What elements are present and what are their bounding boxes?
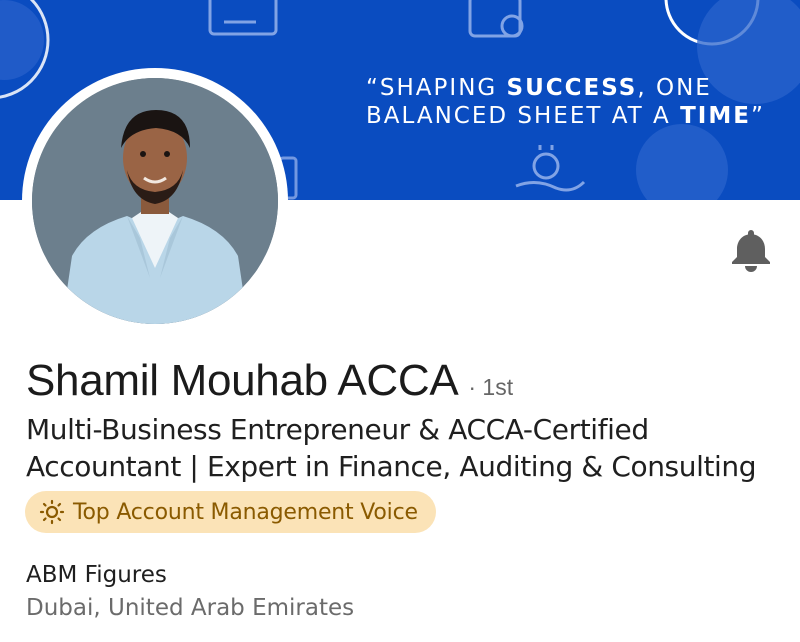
bell-icon[interactable] bbox=[728, 226, 774, 272]
banner-quote-line1: “SHAPING SUCCESS, ONE bbox=[366, 74, 765, 102]
headline-line: Multi-Business Entrepreneur & ACCA-Certi… bbox=[26, 413, 649, 446]
avatar[interactable] bbox=[32, 78, 278, 324]
banner-quote: “SHAPING SUCCESS, ONE BALANCED SHEET AT … bbox=[366, 74, 765, 130]
quote-bold-text: TIME bbox=[680, 103, 751, 129]
avatar-photo bbox=[32, 78, 278, 324]
connection-degree: · 1st bbox=[468, 374, 514, 400]
profile-location: Dubai, United Arab Emirates bbox=[26, 595, 355, 621]
profile-name: Shamil Mouhab ACCA bbox=[26, 356, 459, 405]
current-company[interactable]: ABM Figures bbox=[26, 562, 167, 588]
profile-headline: Multi-Business Entrepreneur & ACCA-Certi… bbox=[26, 411, 796, 485]
headline-line: Accountant | Expert in Finance, Auditing… bbox=[26, 450, 757, 483]
quote-text: ” bbox=[750, 103, 765, 129]
lightbulb-icon bbox=[39, 499, 65, 525]
quote-bold-text: SUCCESS bbox=[506, 75, 638, 101]
banner-quote-line2: BALANCED SHEET AT A TIME” bbox=[366, 102, 765, 130]
quote-text: BALANCED SHEET AT A bbox=[366, 103, 681, 129]
profile-name-row: Shamil Mouhab ACCA · 1st bbox=[26, 356, 513, 406]
quote-text: “SHAPING bbox=[366, 75, 507, 101]
top-voice-badge[interactable]: Top Account Management Voice bbox=[25, 491, 436, 533]
quote-text: , ONE bbox=[637, 75, 712, 101]
top-voice-badge-label: Top Account Management Voice bbox=[73, 499, 418, 525]
